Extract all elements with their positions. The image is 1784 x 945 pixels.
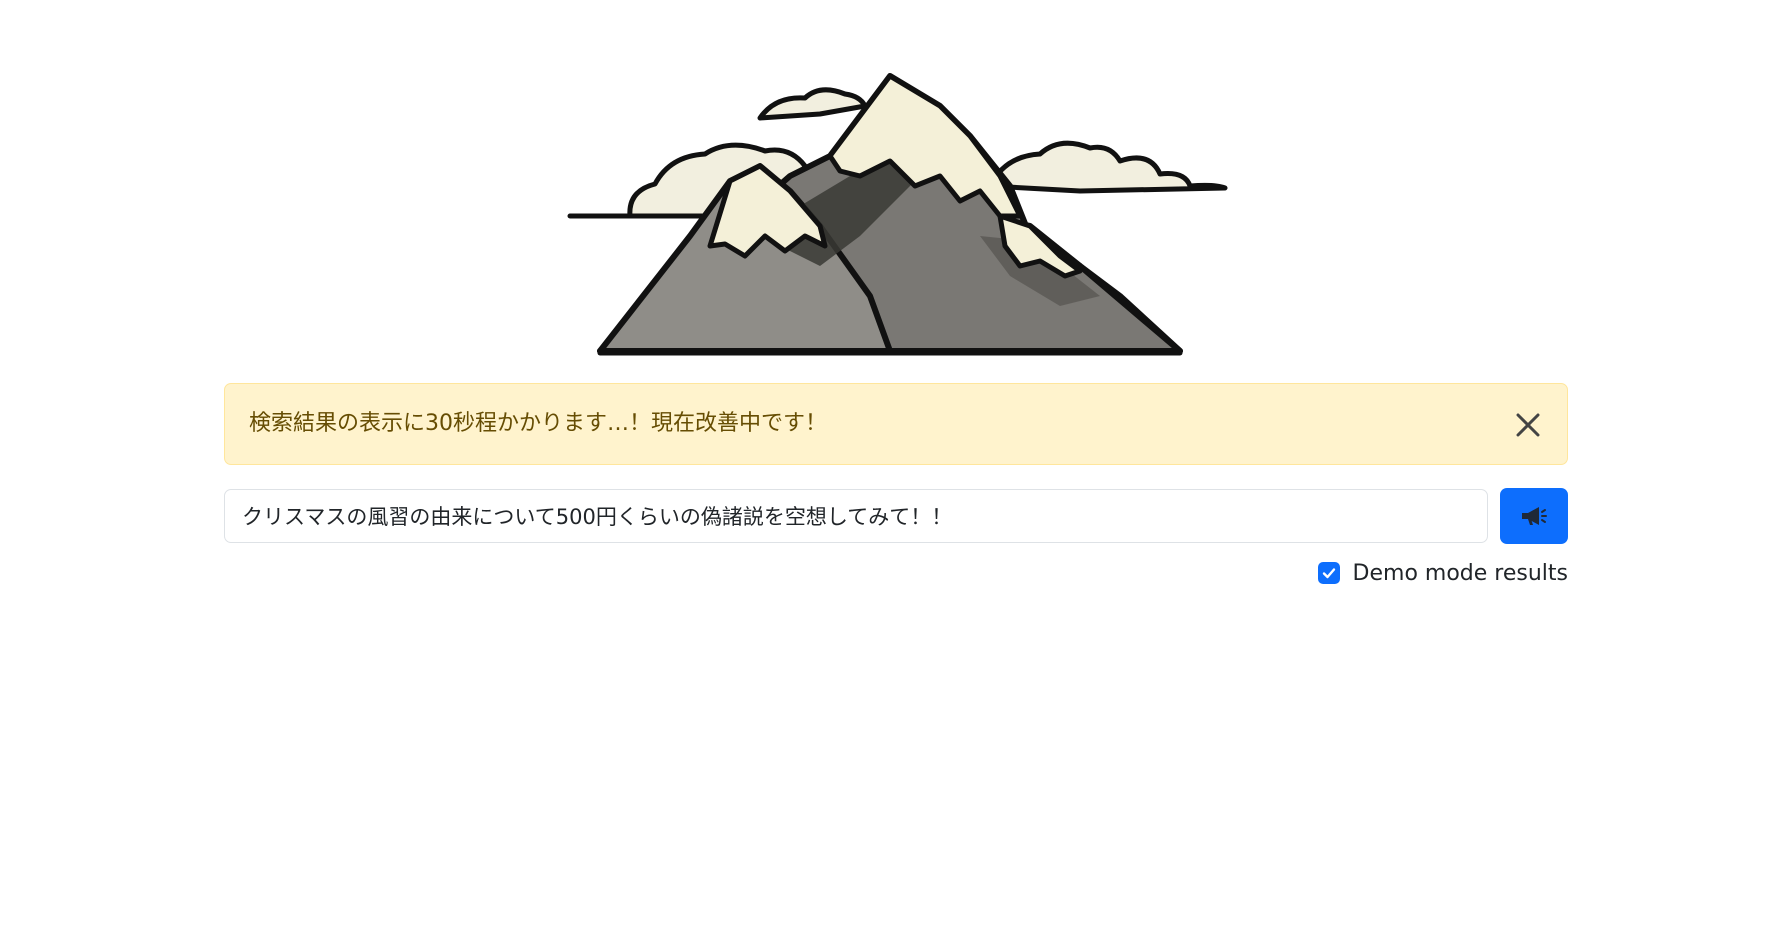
- megaphone-icon: [1522, 507, 1547, 525]
- mountain-logo: [560, 66, 1240, 366]
- search-input[interactable]: [224, 489, 1488, 543]
- demo-mode-label: Demo mode results: [1352, 560, 1568, 586]
- warning-alert: 検索結果の表示に30秒程かかります…！現在改善中です！: [224, 383, 1568, 465]
- alert-close-button[interactable]: [1511, 408, 1545, 442]
- check-icon: [1322, 568, 1335, 579]
- submit-button[interactable]: [1500, 488, 1568, 544]
- demo-mode-checkbox[interactable]: [1317, 562, 1340, 584]
- close-icon: [1516, 413, 1540, 437]
- alert-message: 検索結果の表示に30秒程かかります…！現在改善中です！: [249, 411, 827, 436]
- demo-mode-toggle[interactable]: Demo mode results: [1317, 557, 1568, 589]
